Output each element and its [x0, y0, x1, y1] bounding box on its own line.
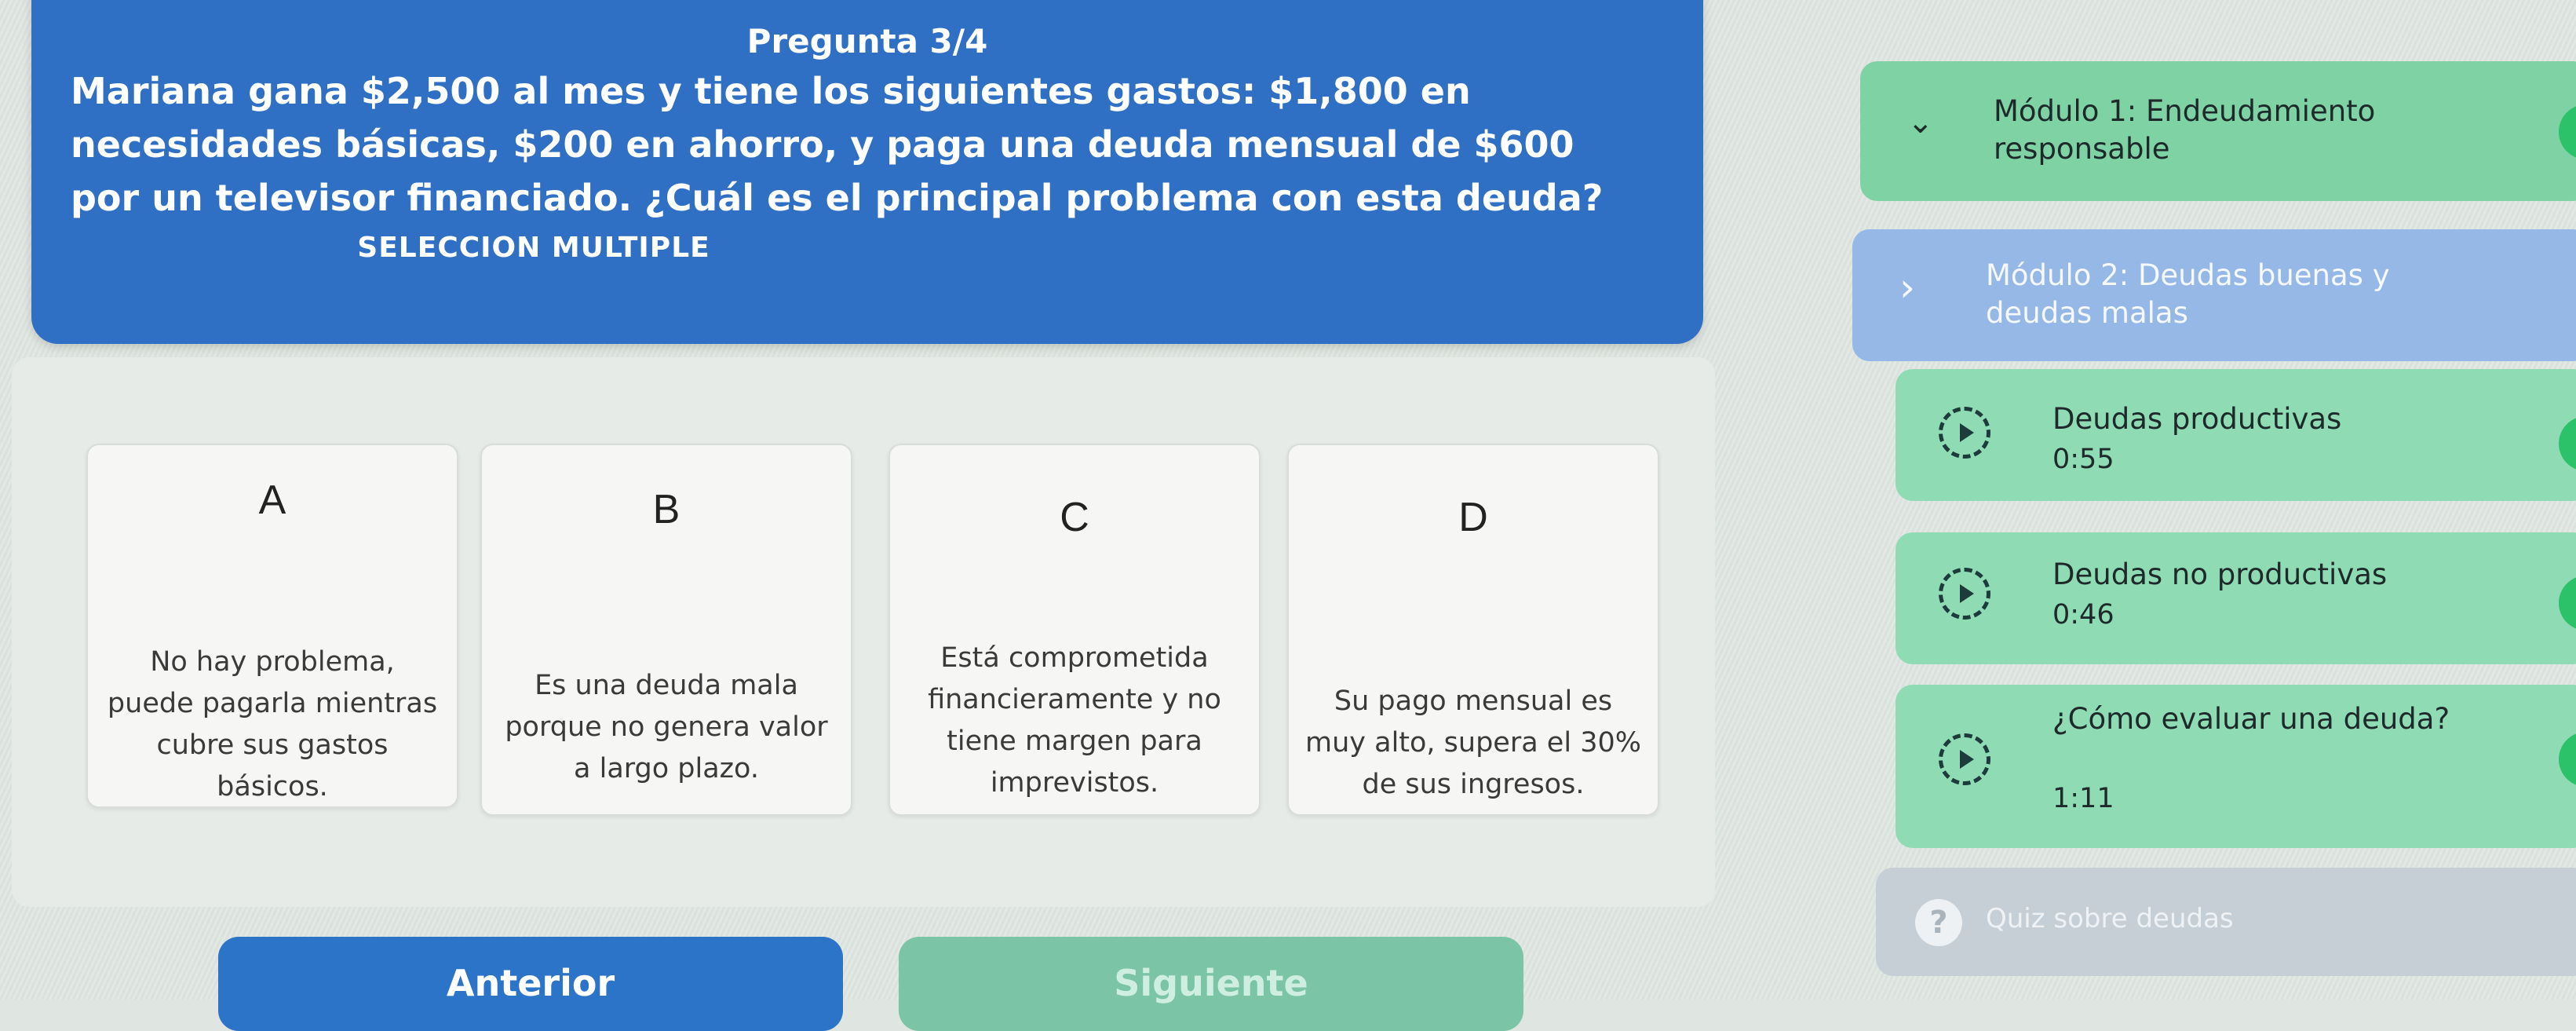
play-icon	[1939, 568, 1990, 620]
chevron-right-icon: ›	[1899, 265, 1915, 310]
question-card: Pregunta 3/4 Mariana gana $2,500 al mes …	[31, 0, 1703, 344]
lesson-title: ¿Cómo evaluar una deuda?	[2052, 702, 2450, 736]
option-d[interactable]: D Su pago mensual es muy alto, supera el…	[1287, 444, 1659, 816]
quiz-item[interactable]: ? Quiz sobre deudas	[1876, 868, 2576, 976]
lesson-item[interactable]: Deudas productivas 0:55 ✓	[1896, 369, 2576, 501]
lesson-item[interactable]: Deudas no productivas 0:46 ✓	[1896, 532, 2576, 664]
module-2-header[interactable]: › Módulo 2: Deudas buenas y deudas malas	[1852, 229, 2576, 361]
lesson-duration: 1:11	[2052, 783, 2114, 814]
previous-button[interactable]: Anterior	[218, 937, 843, 1031]
lesson-title: Deudas no productivas	[2052, 558, 2388, 591]
module-2-title: Módulo 2: Deudas buenas y deudas malas	[1986, 258, 2390, 330]
question-counter: Pregunta 3/4	[746, 22, 988, 60]
chevron-down-icon: ⌄	[1907, 104, 1934, 141]
play-icon	[1939, 733, 1990, 785]
question-type-label: SELECCION MULTIPLE	[357, 232, 710, 264]
option-text: No hay problema, puede pagarla mientras …	[107, 646, 438, 802]
check-icon: ✓	[2559, 732, 2576, 787]
quiz-label: Quiz sobre deudas	[1986, 903, 2234, 934]
option-text: Su pago mensual es muy alto, supera el 3…	[1305, 686, 1641, 800]
answers-panel: A No hay problema, puede pagarla mientra…	[12, 357, 1715, 907]
lesson-title: Deudas productivas	[2052, 402, 2342, 436]
option-letter: D	[1458, 495, 1488, 540]
option-a[interactable]: A No hay problema, puede pagarla mientra…	[86, 444, 458, 808]
lesson-duration: 0:46	[2052, 599, 2114, 631]
module-1-title: Módulo 1: Endeudamiento responsable	[1994, 94, 2376, 166]
option-text: Está comprometida financieramente y no t…	[928, 642, 1221, 799]
play-icon	[1939, 407, 1990, 459]
module-1-header[interactable]: ⌄ Módulo 1: Endeudamiento responsable ✓	[1860, 61, 2576, 201]
check-icon: ✓	[2559, 104, 2576, 159]
question-icon: ?	[1915, 899, 1962, 946]
option-c[interactable]: C Está comprometida financieramente y no…	[888, 444, 1261, 816]
option-text: Es una deuda mala porque no genera valor…	[505, 670, 828, 784]
option-letter: B	[652, 487, 680, 532]
check-icon: ✓	[2559, 416, 2576, 471]
option-letter: C	[1060, 495, 1089, 540]
check-icon: ✓	[2559, 576, 2576, 631]
option-letter: A	[258, 477, 286, 523]
lesson-item[interactable]: ¿Cómo evaluar una deuda? 1:11 ✓	[1896, 685, 2576, 848]
option-b[interactable]: B Es una deuda mala porque no genera val…	[480, 444, 852, 816]
next-button[interactable]: Siguiente	[899, 937, 1523, 1031]
lesson-duration: 0:55	[2052, 444, 2114, 475]
question-text: Mariana gana $2,500 al mes y tiene los s…	[71, 70, 1604, 219]
